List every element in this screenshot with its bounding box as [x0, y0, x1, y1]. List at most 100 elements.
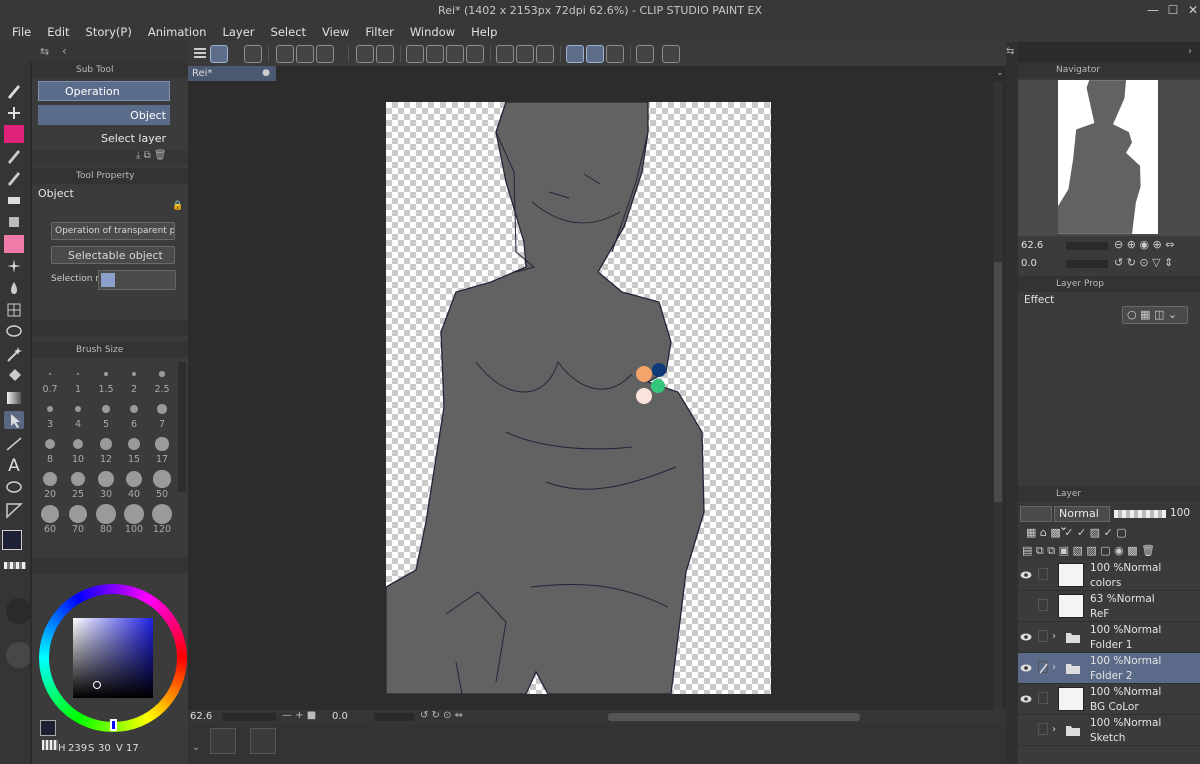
main-color-mini[interactable]	[40, 720, 56, 736]
bottom-dock-chevron-icon[interactable]: ⌄	[192, 742, 200, 753]
horizontal-scroll-thumb[interactable]	[608, 713, 860, 721]
subtool-object[interactable]: Object	[38, 105, 170, 125]
operation-tool-icon[interactable]	[4, 104, 24, 122]
saturation-value-square[interactable]	[73, 618, 153, 698]
eraser-tool-icon[interactable]	[4, 191, 24, 209]
navigator-zoom-buttons-icon[interactable]: ⊖ ⊕ ◉ ⊕ ⇔	[1114, 238, 1174, 251]
new-file-icon[interactable]	[276, 45, 294, 63]
eye-hidden-icon[interactable]	[1020, 725, 1032, 735]
color-set-icon[interactable]	[636, 45, 654, 63]
decoration-tool-icon[interactable]	[4, 213, 24, 231]
layer-edit-box[interactable]	[1038, 692, 1048, 704]
eye-hidden-icon[interactable]	[1020, 601, 1032, 611]
selectable-object-dropdown[interactable]: Selectable object	[51, 246, 175, 264]
brush-size-option[interactable]: 20	[36, 467, 64, 502]
layer-row[interactable]: 100 %Normal BG CoLor	[1018, 684, 1200, 715]
close-button[interactable]: ✕	[1186, 3, 1200, 17]
sub-color-circle[interactable]	[6, 642, 32, 668]
menu-story[interactable]: Story(P)	[78, 25, 140, 39]
help-icon[interactable]	[662, 45, 680, 63]
menu-help[interactable]: Help	[463, 25, 505, 39]
ruler-tool-icon[interactable]	[4, 435, 24, 453]
eye-icon[interactable]	[1020, 694, 1032, 704]
brush-size-option[interactable]: 15	[120, 432, 148, 467]
brush-size-option[interactable]: 25	[64, 467, 92, 502]
zoom-controls-icon[interactable]: — + ■	[282, 710, 316, 721]
subtool-group-operation[interactable]: Operation	[38, 81, 170, 101]
navigator-rotate-buttons-icon[interactable]: ↺ ↻ ⊙ ▽ ⇕	[1114, 256, 1173, 269]
navigator-angle-slider[interactable]	[1066, 260, 1108, 268]
blend-mode-dropdown[interactable]: Normal ⌄	[1054, 506, 1110, 533]
menu-window[interactable]: Window	[402, 25, 463, 39]
menu-edit[interactable]: Edit	[39, 25, 77, 39]
navigator-zoom-value[interactable]: 62.6	[1021, 240, 1043, 251]
layer-row[interactable]: 63 %Normal ReF	[1018, 591, 1200, 622]
opacity-slider[interactable]	[1114, 510, 1166, 518]
transform-icon[interactable]	[466, 45, 484, 63]
layer-edit-box[interactable]	[1038, 568, 1048, 580]
edit-pen-icon[interactable]	[1038, 661, 1048, 674]
brush-size-option[interactable]: 10	[64, 432, 92, 467]
balloon-tool-icon[interactable]	[4, 479, 24, 497]
layer-lock-icons[interactable]: ▦ ⌂ ▩ ✓ ✓ ▨ ✓ ▢	[1026, 526, 1127, 539]
loading-icon[interactable]	[406, 45, 424, 63]
frame-border-tool-icon[interactable]	[4, 501, 24, 519]
minimize-button[interactable]: —	[1146, 3, 1160, 17]
collapse-icon[interactable]: ⇆	[40, 45, 49, 58]
object-tool-icon[interactable]	[4, 411, 24, 429]
operation-transparent-dropdown[interactable]: Operation of transparent part	[51, 222, 175, 240]
brush-size-option[interactable]: 60	[36, 502, 64, 537]
gradient-tool-icon[interactable]	[4, 389, 24, 407]
layer-edit-box[interactable]	[1038, 723, 1048, 735]
sparkle-tool-icon[interactable]	[4, 257, 24, 275]
pen-tool-icon[interactable]	[4, 82, 24, 100]
right-dock-collapse-icon[interactable]: ⇆	[1006, 46, 1014, 57]
operation-tool-icon[interactable]	[210, 45, 228, 63]
menu-layer[interactable]: Layer	[214, 25, 262, 39]
tab-list-chevron-icon[interactable]: ⌄	[996, 68, 1004, 78]
navigator-thumbnail[interactable]	[1058, 80, 1158, 234]
layer-edit-box[interactable]	[1038, 630, 1048, 642]
layer-edit-box[interactable]	[1038, 599, 1048, 611]
color-history-circle[interactable]	[6, 598, 32, 624]
brush-size-option[interactable]: 100	[120, 502, 148, 537]
blend-tool-icon[interactable]	[4, 235, 24, 253]
vertical-scroll-thumb[interactable]	[994, 262, 1002, 502]
brush-size-option[interactable]: 30	[92, 467, 120, 502]
menu-icon[interactable]	[194, 46, 206, 60]
navigator-angle-value[interactable]: 0.0	[1021, 258, 1037, 269]
transparent-color-icon[interactable]	[4, 562, 26, 569]
selection-mode-buttons[interactable]	[98, 270, 176, 290]
menu-filter[interactable]: Filter	[357, 25, 401, 39]
save-icon[interactable]	[316, 45, 334, 63]
main-color-swatch[interactable]	[2, 530, 22, 550]
canvas-tab[interactable]: Rei* ●	[188, 66, 276, 81]
folder-expand-chevron-icon[interactable]: ›	[1052, 724, 1056, 735]
clear-icon[interactable]	[426, 45, 444, 63]
zoom-value[interactable]: 62.6	[190, 711, 212, 722]
brush-size-option[interactable]: 7	[148, 397, 176, 432]
drawing-canvas[interactable]	[385, 101, 771, 695]
eye-icon[interactable]	[1020, 663, 1032, 673]
angle-value[interactable]: 0.0	[332, 711, 348, 722]
maximize-button[interactable]: ☐	[1166, 3, 1180, 17]
brush-size-option[interactable]: 1.5	[92, 362, 120, 397]
opacity-value[interactable]: 100	[1170, 507, 1190, 519]
rotate-controls-icon[interactable]: ↺ ↻ ⊙ ⇔	[420, 710, 463, 721]
snap-grid-icon[interactable]	[606, 45, 624, 63]
brush-size-option[interactable]: 8	[36, 432, 64, 467]
canvas-fit-icon[interactable]	[250, 728, 276, 754]
snap-ruler-icon[interactable]	[566, 45, 584, 63]
unsaved-dot-icon[interactable]: ●	[262, 66, 270, 81]
fill-icon[interactable]	[446, 45, 464, 63]
menu-view[interactable]: View	[314, 25, 357, 39]
angle-slider[interactable]	[374, 713, 414, 721]
brush-size-option[interactable]: 0.7	[36, 362, 64, 397]
layer-row[interactable]: 100 %Normal colors	[1018, 560, 1200, 591]
vertical-scrollbar[interactable]	[993, 82, 1003, 712]
redo-icon[interactable]	[376, 45, 394, 63]
menu-file[interactable]: File	[4, 25, 39, 39]
mesh-tool-icon[interactable]	[4, 301, 24, 319]
brush-tool-icon[interactable]	[4, 169, 24, 187]
right-dock-chevron-icon[interactable]: ›	[1188, 46, 1192, 57]
